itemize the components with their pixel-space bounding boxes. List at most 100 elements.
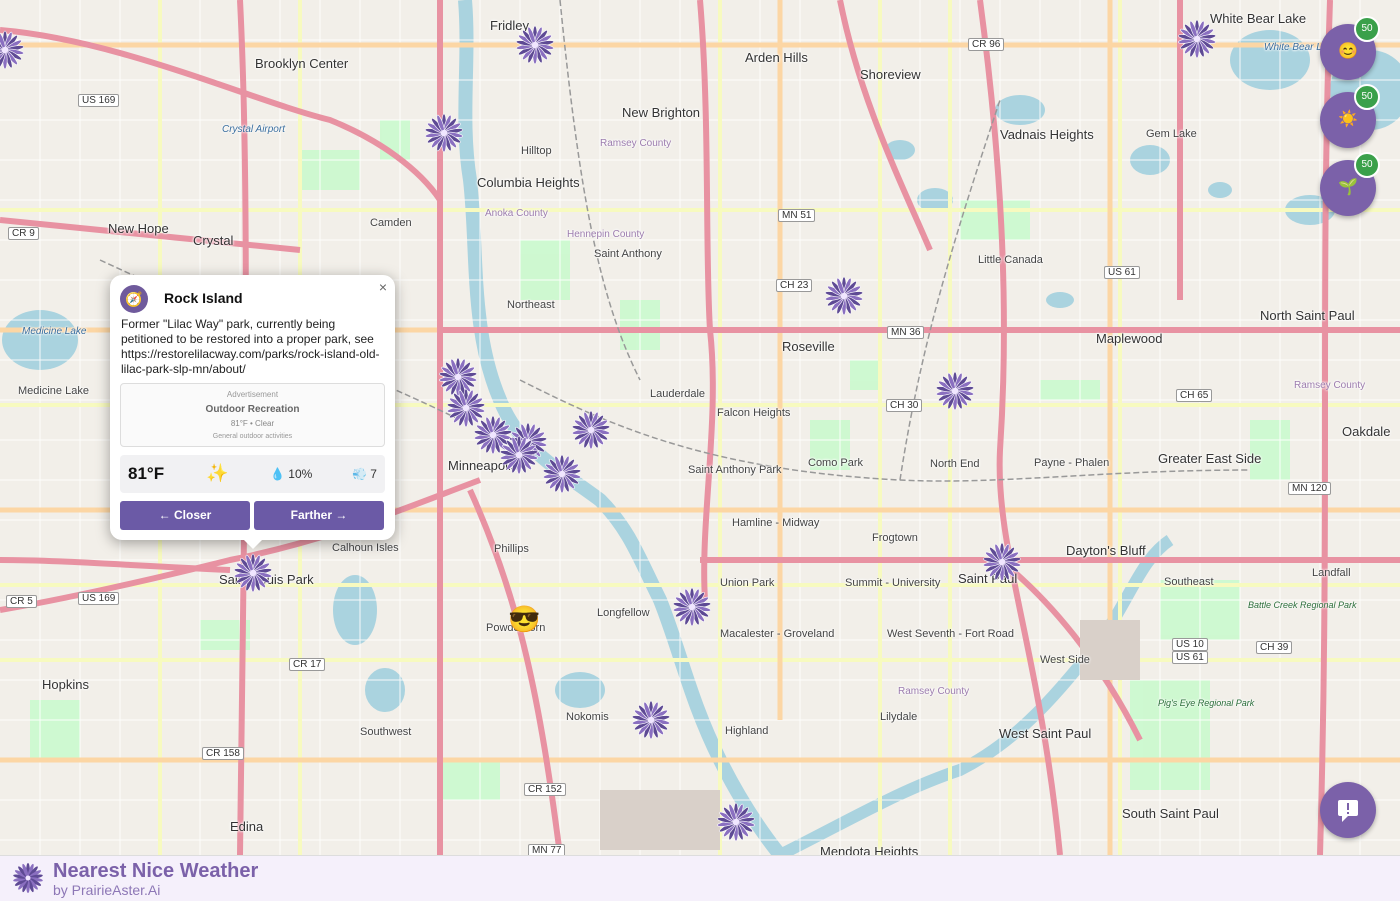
aster-location-marker[interactable]: [982, 542, 1022, 582]
place-label: Falcon Heights: [717, 407, 791, 419]
feedback-button[interactable]: [1320, 782, 1376, 838]
route-shield: CR 158: [202, 747, 244, 760]
place-label: Southeast: [1164, 576, 1214, 588]
county-label: Anoka County: [485, 208, 548, 219]
place-label: Brooklyn Center: [255, 56, 349, 71]
route-shield: CH 30: [886, 399, 923, 412]
sun-filter-button[interactable]: ☀️ 50: [1320, 84, 1380, 148]
route-shield: CR 9: [8, 227, 39, 240]
place-label: Camden: [370, 217, 412, 229]
route-shield: CR 152: [524, 783, 566, 796]
aster-location-marker[interactable]: [571, 410, 611, 450]
aster-location-marker[interactable]: [1177, 19, 1217, 59]
aster-location-marker[interactable]: [935, 371, 975, 411]
aster-location-marker[interactable]: [716, 802, 756, 842]
place-label: New Hope: [108, 221, 169, 236]
route-shield: CH 23: [776, 279, 813, 292]
place-label: West Saint Paul: [999, 726, 1092, 741]
route-shield: MN 51: [778, 209, 816, 222]
place-label: Como Park: [808, 457, 864, 469]
advertisement[interactable]: Advertisement Outdoor Recreation 81°F • …: [120, 383, 385, 447]
county-label: Ramsey County: [600, 138, 672, 149]
place-label: South Saint Paul: [1122, 806, 1219, 821]
county-label: Ramsey County: [1294, 380, 1366, 391]
place-label: Landfall: [1312, 567, 1351, 579]
county-label: Ramsey County: [898, 686, 970, 697]
compass-icon: 🧭: [120, 285, 148, 313]
app-title: Nearest Nice Weather: [53, 860, 259, 882]
aster-location-marker[interactable]: [824, 276, 864, 316]
place-label: Southwest: [360, 726, 412, 738]
route-shield: US 61: [1172, 651, 1208, 664]
temperature: 81°F: [128, 464, 165, 483]
farther-button[interactable]: Farther →: [254, 501, 384, 530]
route-shield: MN 36: [887, 326, 925, 339]
ad-title: Outdoor Recreation: [205, 404, 300, 415]
place-label: Arden Hills: [745, 50, 808, 65]
water-label: Crystal Airport: [222, 124, 285, 135]
route-shield: CR 96: [968, 38, 1005, 51]
precipitation-value: 10%: [288, 467, 313, 481]
county-label: Hennepin County: [567, 229, 645, 240]
mood-filter-button[interactable]: 😊 50: [1320, 16, 1380, 80]
seedling-icon: 🌱: [1338, 179, 1358, 196]
aster-location-marker[interactable]: [233, 553, 273, 593]
ad-line: 81°F • Clear: [230, 419, 275, 428]
aster-location-marker[interactable]: [424, 113, 464, 153]
place-label: Lilydale: [880, 711, 918, 723]
wind-value: 7: [370, 467, 377, 481]
place-label: Union Park: [720, 577, 775, 589]
filter-count-badge: 50: [1354, 152, 1380, 178]
place-label: Vadnais Heights: [1000, 127, 1094, 142]
place-label: New Brighton: [622, 105, 701, 120]
place-label: Saint Anthony: [594, 248, 662, 260]
popup-title: Rock Island: [164, 290, 243, 306]
place-label: North End: [930, 458, 980, 470]
route-shield: CR 17: [289, 658, 326, 671]
filter-count-badge: 50: [1354, 16, 1380, 42]
place-label: Lauderdale: [650, 388, 706, 400]
place-label: Hamline - Midway: [732, 517, 820, 529]
seedling-filter-button[interactable]: 🌱 50: [1320, 152, 1380, 216]
aster-location-marker[interactable]: [672, 587, 712, 627]
place-label: Frogtown: [872, 532, 918, 544]
place-label: Edina: [230, 819, 264, 834]
place-label: West Seventh - Fort Road: [887, 628, 1014, 640]
aster-location-marker[interactable]: [631, 700, 671, 740]
route-shield: CH 65: [1176, 389, 1213, 402]
route-shield: MN 120: [1288, 482, 1332, 495]
ad-subtitle: General outdoor activities: [212, 433, 293, 440]
aster-location-marker[interactable]: [0, 30, 25, 70]
route-shield: CH 39: [1256, 641, 1293, 654]
aster-logo-icon: [13, 863, 43, 893]
place-label: Little Canada: [978, 254, 1043, 266]
closer-button[interactable]: ← Closer: [120, 501, 250, 530]
sparkles-icon: ✨: [206, 463, 229, 483]
place-label: Roseville: [782, 339, 835, 354]
place-label: Crystal: [193, 233, 234, 248]
filter-count-badge: 50: [1354, 84, 1380, 110]
user-location-marker[interactable]: 😎: [508, 604, 540, 635]
smile-icon: 😊: [1338, 43, 1358, 60]
aster-location-marker[interactable]: [542, 454, 582, 494]
park-label: Battle Creek Regional Park: [1248, 600, 1357, 610]
place-label: Hopkins: [42, 677, 89, 692]
place-label: White Bear Lake: [1210, 11, 1307, 26]
park-label: Pig's Eye Regional Park: [1158, 698, 1255, 708]
route-shield: US 10: [1172, 638, 1208, 651]
place-label: Oakdale: [1342, 424, 1391, 439]
route-shield: CR 5: [6, 595, 37, 608]
place-label: Longfellow: [597, 607, 650, 619]
close-popup-button[interactable]: ×: [379, 279, 387, 295]
route-shield: US 61: [1104, 266, 1140, 279]
place-label: Highland: [725, 725, 769, 737]
place-label: Medicine Lake: [18, 385, 89, 397]
place-label: Greater East Side: [1158, 451, 1262, 466]
aster-location-marker[interactable]: [499, 435, 539, 475]
aster-location-marker[interactable]: [515, 25, 555, 65]
place-label: Gem Lake: [1146, 128, 1197, 140]
weather-summary: 81°F ✨ 💧 10% 💨 7: [120, 455, 385, 493]
place-label: Macalester - Groveland: [720, 628, 835, 640]
place-label: Shoreview: [860, 67, 921, 82]
place-label: Columbia Heights: [477, 175, 580, 190]
